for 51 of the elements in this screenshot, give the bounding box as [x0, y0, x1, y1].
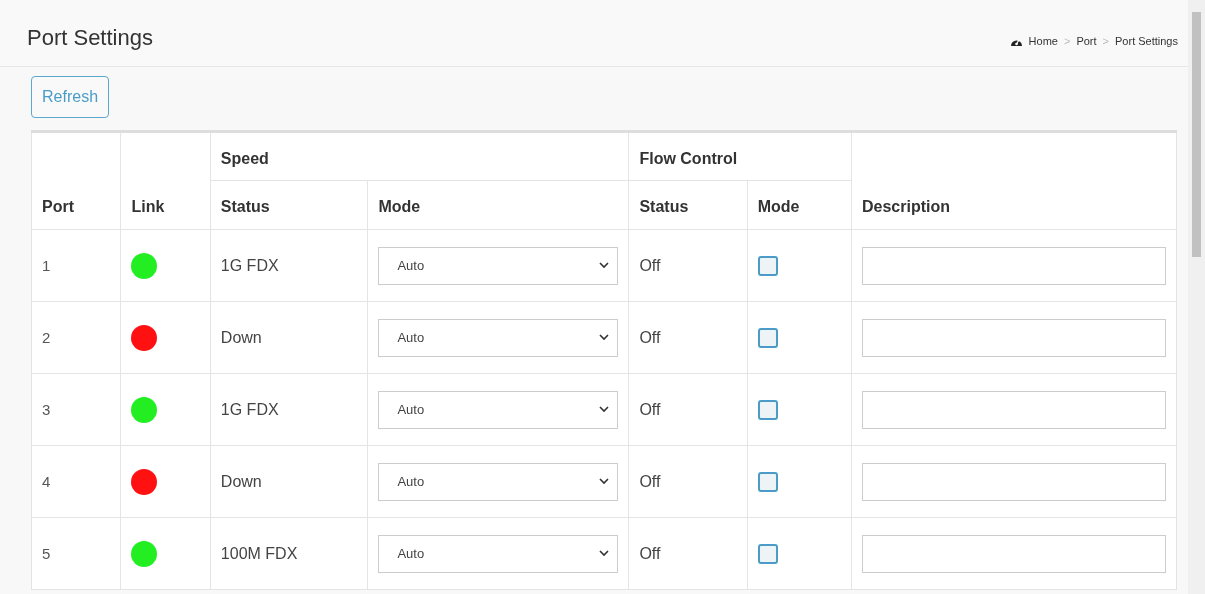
breadcrumb-link[interactable]: Home [1028, 35, 1058, 47]
speed-status: 100M FDX [210, 517, 368, 590]
page-title: Port Settings [27, 25, 153, 51]
column-group-header: Speed [210, 131, 629, 181]
breadcrumb-link[interactable]: Port [1076, 35, 1097, 47]
scrollbar[interactable] [1188, 0, 1205, 594]
speed-mode-dropdown[interactable]: Auto [378, 246, 619, 285]
description-field[interactable] [862, 390, 1166, 429]
scrollbar-thumb[interactable] [1192, 12, 1201, 257]
chevron-down-icon [599, 406, 610, 413]
speed-mode-dropdown[interactable]: Auto [378, 390, 619, 429]
speed-status: Down [210, 445, 368, 518]
flow-control-checkbox[interactable] [757, 327, 778, 348]
description-field[interactable] [862, 246, 1166, 285]
port-number: 1 [31, 229, 121, 302]
chevron-down-icon [599, 262, 610, 269]
column-header: Status [210, 180, 368, 230]
flow-control-status: Off [628, 229, 748, 302]
speed-status: Down [210, 301, 368, 374]
port-number: 5 [31, 517, 121, 590]
column-header: Port [31, 131, 121, 230]
speed-status: 1G FDX [210, 229, 368, 302]
flow-control-checkbox[interactable] [757, 543, 778, 564]
breadcrumb-separator: > [1063, 35, 1071, 47]
speed-mode-dropdown[interactable]: Auto [378, 534, 619, 573]
speed-mode-dropdown[interactable]: Auto [378, 462, 619, 501]
flow-control-status: Off [628, 373, 748, 446]
flow-control-status: Off [628, 301, 748, 374]
description-field[interactable] [862, 462, 1166, 501]
flow-control-checkbox[interactable] [757, 471, 778, 492]
speed-status: 1G FDX [210, 373, 368, 446]
chevron-down-icon [599, 550, 610, 557]
flow-control-status: Off [628, 445, 748, 518]
port-number: 4 [31, 445, 121, 518]
column-header: Mode [367, 180, 629, 230]
column-header: Status [628, 180, 748, 230]
description-field[interactable] [862, 534, 1166, 573]
column-header: Link [120, 131, 211, 230]
chevron-down-icon [599, 478, 610, 485]
breadcrumb-separator: > [1102, 35, 1109, 47]
chevron-down-icon [599, 334, 610, 341]
breadcrumb-link[interactable]: Port Settings [1115, 35, 1178, 47]
speed-mode-dropdown[interactable]: Auto [378, 318, 619, 357]
flow-control-checkbox[interactable] [757, 399, 778, 420]
column-group-header: Flow Control [628, 131, 852, 181]
column-header: Description [851, 131, 1177, 230]
port-number: 2 [31, 301, 121, 374]
flow-control-checkbox[interactable] [757, 255, 778, 276]
flow-control-status: Off [628, 517, 748, 590]
description-field[interactable] [862, 318, 1166, 357]
port-number: 3 [31, 373, 121, 446]
